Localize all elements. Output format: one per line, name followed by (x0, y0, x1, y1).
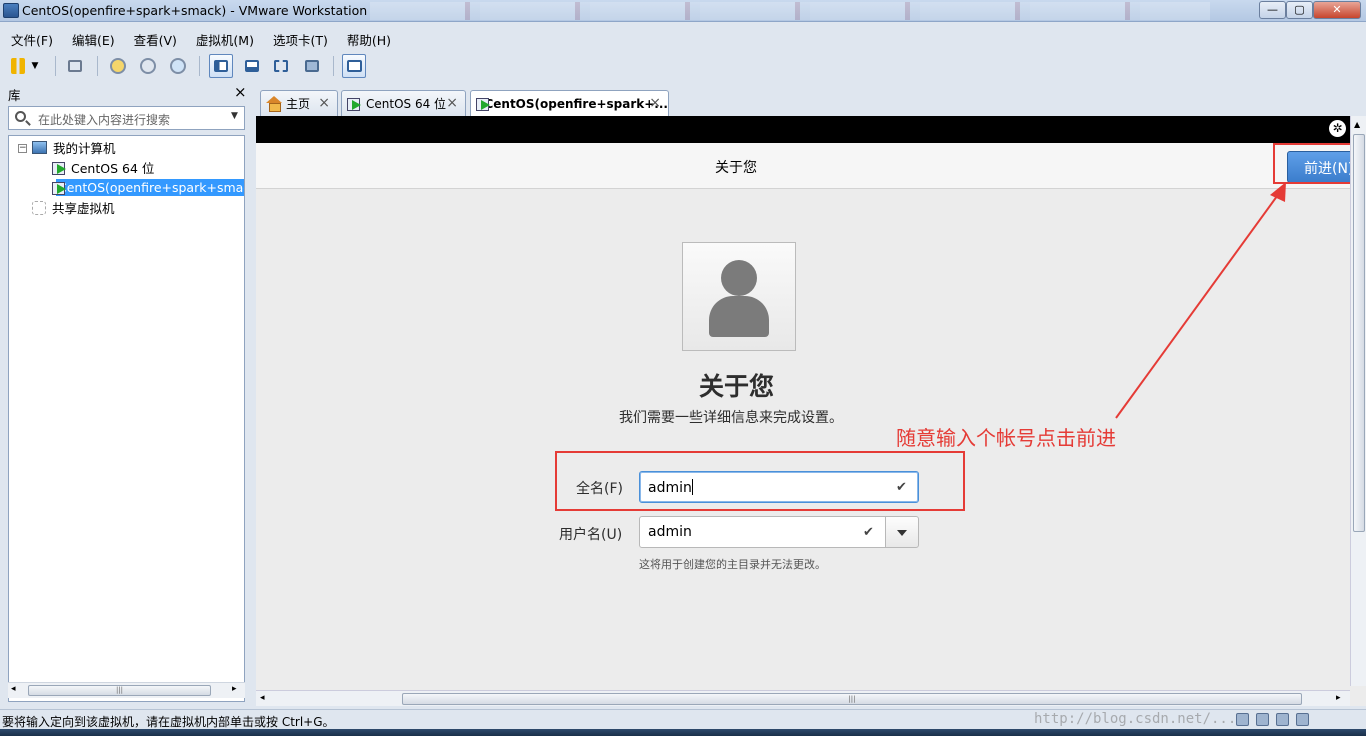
fullscreen-icon[interactable] (269, 54, 293, 78)
shared-vm-icon (32, 200, 46, 215)
tree-item-centos-openfire[interactable]: CentOS(openfire+spark+smack) (52, 178, 244, 197)
close-window-button[interactable]: ✕ (1313, 1, 1361, 19)
thumbnail-view-icon[interactable] (240, 54, 264, 78)
console-view-icon[interactable] (342, 54, 366, 78)
revert-snapshot-icon[interactable] (136, 54, 160, 78)
tab-centos-openfire[interactable]: CentOS(openfire+spark+... × (470, 90, 669, 117)
tab-close-icon[interactable]: × (446, 95, 458, 111)
tab-home[interactable]: 主页 × (260, 90, 338, 116)
username-hint: 这将用于创建您的主目录并无法更改。 (639, 558, 826, 571)
collapse-icon[interactable]: − (18, 144, 27, 153)
full-name-input[interactable]: admin ✔ (639, 471, 919, 503)
full-name-label: 全名(F) (576, 481, 623, 497)
vm-vertical-scrollbar[interactable]: ▲ (1350, 116, 1366, 686)
library-close-icon[interactable]: × (234, 83, 247, 101)
tab-close-icon[interactable]: × (649, 95, 661, 111)
window-title: CentOS(openfire+spark+smack) - VMware Wo… (22, 3, 368, 18)
status-bar: 要将输入定向到该虚拟机，请在虚拟机内部单击或按 Ctrl+G。 http://b… (0, 709, 1366, 729)
device-icon[interactable] (1256, 713, 1269, 726)
tree-item-shared-vms[interactable]: 共享虚拟机 (32, 198, 115, 217)
search-icon (15, 111, 26, 122)
username-label: 用户名(U) (559, 527, 623, 543)
tree-item-centos64[interactable]: CentOS 64 位 (52, 158, 154, 177)
unity-icon[interactable] (300, 54, 324, 78)
tree-item-my-computer[interactable]: 我的计算机 (32, 138, 116, 157)
check-icon: ✔ (896, 480, 907, 495)
search-dropdown-icon[interactable]: ▼ (231, 111, 238, 121)
vm-horizontal-scrollbar[interactable]: ◂ ||| ▸ (256, 690, 1350, 706)
pause-icon[interactable] (6, 54, 30, 78)
title-bar: CentOS(openfire+spark+smack) - VMware Wo… (0, 0, 1366, 22)
search-placeholder: 在此处键入内容进行搜索 (38, 113, 171, 127)
network-icon[interactable] (63, 54, 87, 78)
library-search-input[interactable]: 在此处键入内容进行搜索 ▼ (8, 106, 245, 130)
username-dropdown-button[interactable] (885, 516, 919, 548)
vmware-app-icon (3, 3, 19, 18)
toolbar: ▼ (0, 51, 1366, 81)
library-header: 库 × (0, 83, 252, 103)
minimize-button[interactable]: — (1259, 1, 1286, 19)
vm-icon (52, 161, 67, 175)
menu-edit[interactable]: 编辑(E) (61, 27, 123, 49)
menu-help[interactable]: 帮助(H) (336, 27, 399, 49)
library-horizontal-scrollbar[interactable]: ◂ ||| ▸ (8, 682, 245, 698)
tab-close-icon[interactable]: × (318, 95, 330, 111)
menu-bar: 文件(F) 编辑(E) 查看(V) 虚拟机(M) 选项卡(T) 帮助(H) (0, 27, 1366, 49)
device-icon[interactable] (1276, 713, 1289, 726)
device-icon[interactable] (1296, 713, 1309, 726)
username-input[interactable]: admin ✔ (639, 516, 886, 548)
library-title: 库 (8, 88, 21, 103)
menu-view[interactable]: 查看(V) (123, 27, 185, 49)
windows-taskbar (0, 729, 1366, 736)
menu-vm[interactable]: 虚拟机(M) (185, 27, 262, 49)
library-view-icon[interactable] (209, 54, 233, 78)
power-dropdown-icon[interactable]: ▼ (28, 54, 42, 78)
annotation-arrow (1115, 182, 1286, 419)
maximize-button[interactable]: ▢ (1286, 1, 1313, 19)
home-icon (266, 96, 282, 112)
watermark: http://blog.csdn.net/... (1034, 711, 1237, 727)
computer-icon (32, 141, 47, 154)
vm-console[interactable]: ✲ 关于您 前进(N) 关于您 我们需要一些详细信息来完成设置。 随意输入个帐号… (256, 116, 1366, 706)
snapshot-icon[interactable] (106, 54, 130, 78)
status-message: 要将输入定向到该虚拟机，请在虚拟机内部单击或按 Ctrl+G。 (2, 715, 335, 729)
tab-centos64[interactable]: CentOS 64 位 × (341, 90, 466, 116)
menu-tabs[interactable]: 选项卡(T) (262, 27, 336, 49)
snapshot-manager-icon[interactable] (166, 54, 190, 78)
vm-icon (476, 97, 492, 111)
background-taskbar-reflection (370, 2, 1210, 20)
vm-icon (347, 97, 362, 111)
device-icon[interactable] (1236, 713, 1249, 726)
menu-file[interactable]: 文件(F) (0, 27, 61, 49)
check-icon: ✔ (863, 525, 874, 540)
library-tree: − 我的计算机 CentOS 64 位 CentOS(openfire+spar… (8, 135, 245, 702)
